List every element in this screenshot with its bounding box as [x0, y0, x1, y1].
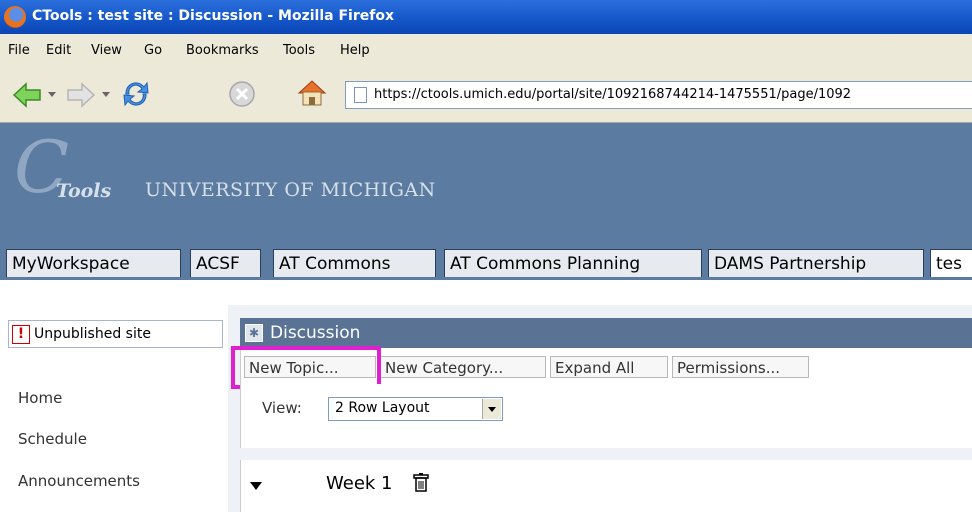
back-arrow-icon[interactable] — [12, 82, 42, 108]
tab-at-commons[interactable]: AT Commons — [273, 249, 436, 277]
site-header: C Tools UNIVERSITY OF MICHIGAN — [0, 123, 972, 240]
ctools-logo-text: Tools — [56, 180, 112, 202]
stop-icon[interactable] — [228, 80, 256, 108]
view-label: View: — [262, 399, 302, 417]
tab-test-site[interactable]: tes — [930, 249, 972, 277]
menu-edit[interactable]: Edit — [46, 43, 71, 58]
forward-arrow-icon[interactable] — [66, 82, 96, 108]
menu-file[interactable]: File — [8, 43, 30, 58]
category-title: Week 1 — [326, 473, 393, 494]
tab-myworkspace[interactable]: MyWorkspace — [6, 249, 181, 277]
address-bar[interactable]: https://ctools.umich.edu/portal/site/109… — [345, 81, 972, 109]
back-dropdown-icon[interactable] — [48, 92, 56, 97]
menu-bookmarks[interactable]: Bookmarks — [186, 43, 259, 58]
home-icon[interactable] — [296, 78, 328, 108]
new-category-button[interactable]: New Category... — [380, 356, 546, 378]
expand-all-button[interactable]: Expand All — [550, 356, 668, 378]
trash-icon[interactable] — [413, 473, 429, 493]
sidebar-item-schedule[interactable]: Schedule — [18, 430, 87, 448]
menu-help[interactable]: Help — [340, 43, 370, 58]
firefox-icon — [4, 6, 26, 28]
permissions-button[interactable]: Permissions... — [672, 356, 809, 378]
chevron-down-icon[interactable] — [482, 399, 501, 419]
highlight-box — [231, 346, 381, 389]
view-row: View: 2 Row Layout — [240, 384, 972, 448]
tab-acsf[interactable]: ACSF — [190, 249, 261, 277]
forward-dropdown-icon[interactable] — [102, 92, 110, 97]
warning-icon: ! — [12, 325, 30, 344]
category-row: Week 1 — [240, 460, 972, 512]
view-select[interactable]: 2 Row Layout — [328, 397, 503, 421]
window-title: CTools : test site : Discussion - Mozill… — [32, 8, 394, 24]
window-title-bar: CTools : test site : Discussion - Mozill… — [0, 0, 972, 34]
university-name: UNIVERSITY OF MICHIGAN — [145, 179, 436, 201]
collapse-triangle-icon[interactable] — [250, 482, 262, 490]
reload-icon[interactable] — [120, 78, 152, 110]
tab-at-commons-planning[interactable]: AT Commons Planning — [444, 249, 702, 277]
tab-dams-partnership[interactable]: DAMS Partnership — [708, 249, 924, 277]
tool-title: Discussion — [270, 323, 361, 343]
menu-tools[interactable]: Tools — [283, 43, 315, 58]
sidebar-item-home[interactable]: Home — [18, 389, 62, 407]
page-icon — [354, 87, 367, 103]
view-select-value: 2 Row Layout — [335, 400, 430, 416]
unpublished-label: Unpublished site — [34, 326, 151, 342]
address-url: https://ctools.umich.edu/portal/site/109… — [374, 87, 852, 102]
tool-title-bar: ✱ Discussion — [240, 318, 972, 348]
menu-go[interactable]: Go — [144, 43, 162, 58]
menu-view[interactable]: View — [91, 43, 122, 58]
sidebar-item-announcements[interactable]: Announcements — [18, 472, 140, 490]
menu-bar: File Edit View Go Bookmarks Tools Help — [0, 34, 972, 69]
tool-reset-icon[interactable]: ✱ — [245, 324, 263, 342]
site-tabs: MyWorkspace ACSF AT Commons AT Commons P… — [0, 240, 972, 280]
unpublished-site-notice: ! Unpublished site — [8, 320, 223, 348]
navigation-toolbar: https://ctools.umich.edu/portal/site/109… — [0, 68, 972, 123]
